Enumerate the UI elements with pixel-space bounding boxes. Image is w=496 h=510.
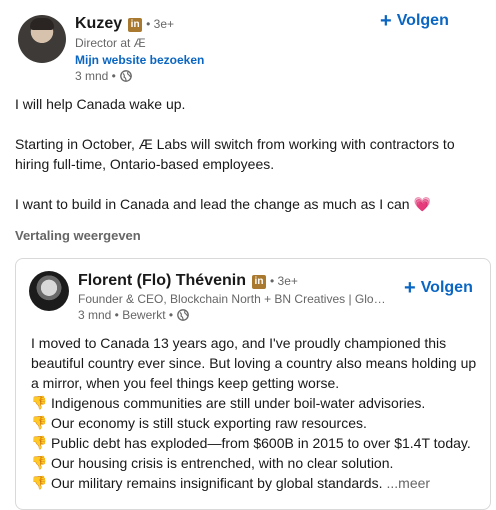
bullet-text: Indigenous communities are still under b…	[51, 395, 426, 411]
quoted-post[interactable]: Florent (Flo) Thévenin in • 3e+ Founder & …	[15, 258, 491, 510]
bullet-item: 👎 Our military remains insignificant by …	[31, 473, 481, 493]
post-line: I want to build in Canada and lead the c…	[15, 194, 485, 214]
bullet-item: 👎 Our economy is still stuck exporting r…	[31, 413, 481, 433]
author-name-row[interactable]: Kuzey in • 3e+	[75, 15, 174, 33]
post-line: I will help Canada wake up.	[15, 96, 186, 112]
quoted-follow-button[interactable]: + Volgen	[404, 277, 473, 299]
thumbs-down-icon: 👎	[31, 435, 48, 450]
quoted-line: beautiful country ever since. But loving…	[31, 355, 477, 371]
bullet-text: Our military remains insignificant by gl…	[51, 475, 383, 491]
quoted-line: a mirror, when you feel things keep gett…	[31, 375, 340, 391]
show-translation-button[interactable]: Vertaling weergeven	[15, 228, 141, 243]
bullet-item: 👎 Our housing crisis is entrenched, with…	[31, 453, 481, 473]
globe-icon	[120, 70, 132, 82]
post-line: Starting in October, Æ Labs will switch …	[15, 136, 455, 152]
bullet-item: 👎 Indigenous communities are still under…	[31, 393, 481, 413]
quoted-author-avatar[interactable]	[29, 271, 69, 311]
post-line-text: I want to build in Canada and lead the c…	[15, 196, 410, 212]
post-meta: 3 mnd •	[75, 69, 132, 83]
globe-icon	[177, 309, 189, 321]
linkedin-premium-icon: in	[128, 18, 143, 32]
connection-degree: • 3e+	[270, 274, 298, 288]
feed-post: Kuzey in • 3e+ Director at Æ Mijn website …	[0, 0, 496, 510]
author-headline: Director at Æ	[75, 36, 146, 50]
bullet-item: 👎 Public debt has exploded—from $600B in…	[31, 433, 481, 453]
quoted-post-meta: 3 mnd • Bewerkt •	[78, 308, 189, 322]
thumbs-down-icon: 👎	[31, 395, 48, 410]
plus-icon: +	[380, 10, 392, 32]
post-body: I will help Canada wake up. Starting in …	[15, 94, 485, 214]
follow-label: Volgen	[420, 279, 473, 296]
post-line: hiring full-time, Ontario-based employee…	[15, 156, 275, 172]
connection-degree: • 3e+	[146, 17, 175, 31]
heart-emoji: 💗	[413, 196, 431, 212]
thumbs-down-icon: 👎	[31, 455, 48, 470]
quoted-post-timestamp: 3 mnd • Bewerkt •	[78, 308, 174, 322]
bullet-text: Our housing crisis is entrenched, with n…	[51, 455, 394, 471]
bullet-text: Public debt has exploded—from $600B in 2…	[51, 435, 471, 451]
bullet-text: Our economy is still stuck exporting raw…	[51, 415, 367, 431]
quoted-author-name[interactable]: Florent (Flo) Thévenin	[78, 272, 246, 289]
author-name[interactable]: Kuzey	[75, 15, 122, 32]
quoted-author-headline: Founder & CEO, Blockchain North + BN Cre…	[78, 292, 388, 306]
author-avatar[interactable]	[18, 15, 66, 63]
quoted-post-body: I moved to Canada 13 years ago, and I've…	[31, 333, 481, 493]
linkedin-premium-icon: in	[252, 275, 266, 289]
visit-website-link[interactable]: Mijn website bezoeken	[75, 53, 204, 67]
thumbs-down-icon: 👎	[31, 475, 48, 490]
quoted-line: I moved to Canada 13 years ago, and I've…	[31, 335, 447, 351]
quoted-author-name-row[interactable]: Florent (Flo) Thévenin in • 3e+	[78, 272, 298, 290]
follow-button[interactable]: + Volgen	[380, 10, 449, 32]
thumbs-down-icon: 👎	[31, 415, 48, 430]
post-timestamp: 3 mnd •	[75, 69, 116, 83]
follow-label: Volgen	[396, 12, 449, 29]
see-more-link[interactable]: ...meer	[386, 473, 430, 493]
plus-icon: +	[404, 277, 416, 299]
